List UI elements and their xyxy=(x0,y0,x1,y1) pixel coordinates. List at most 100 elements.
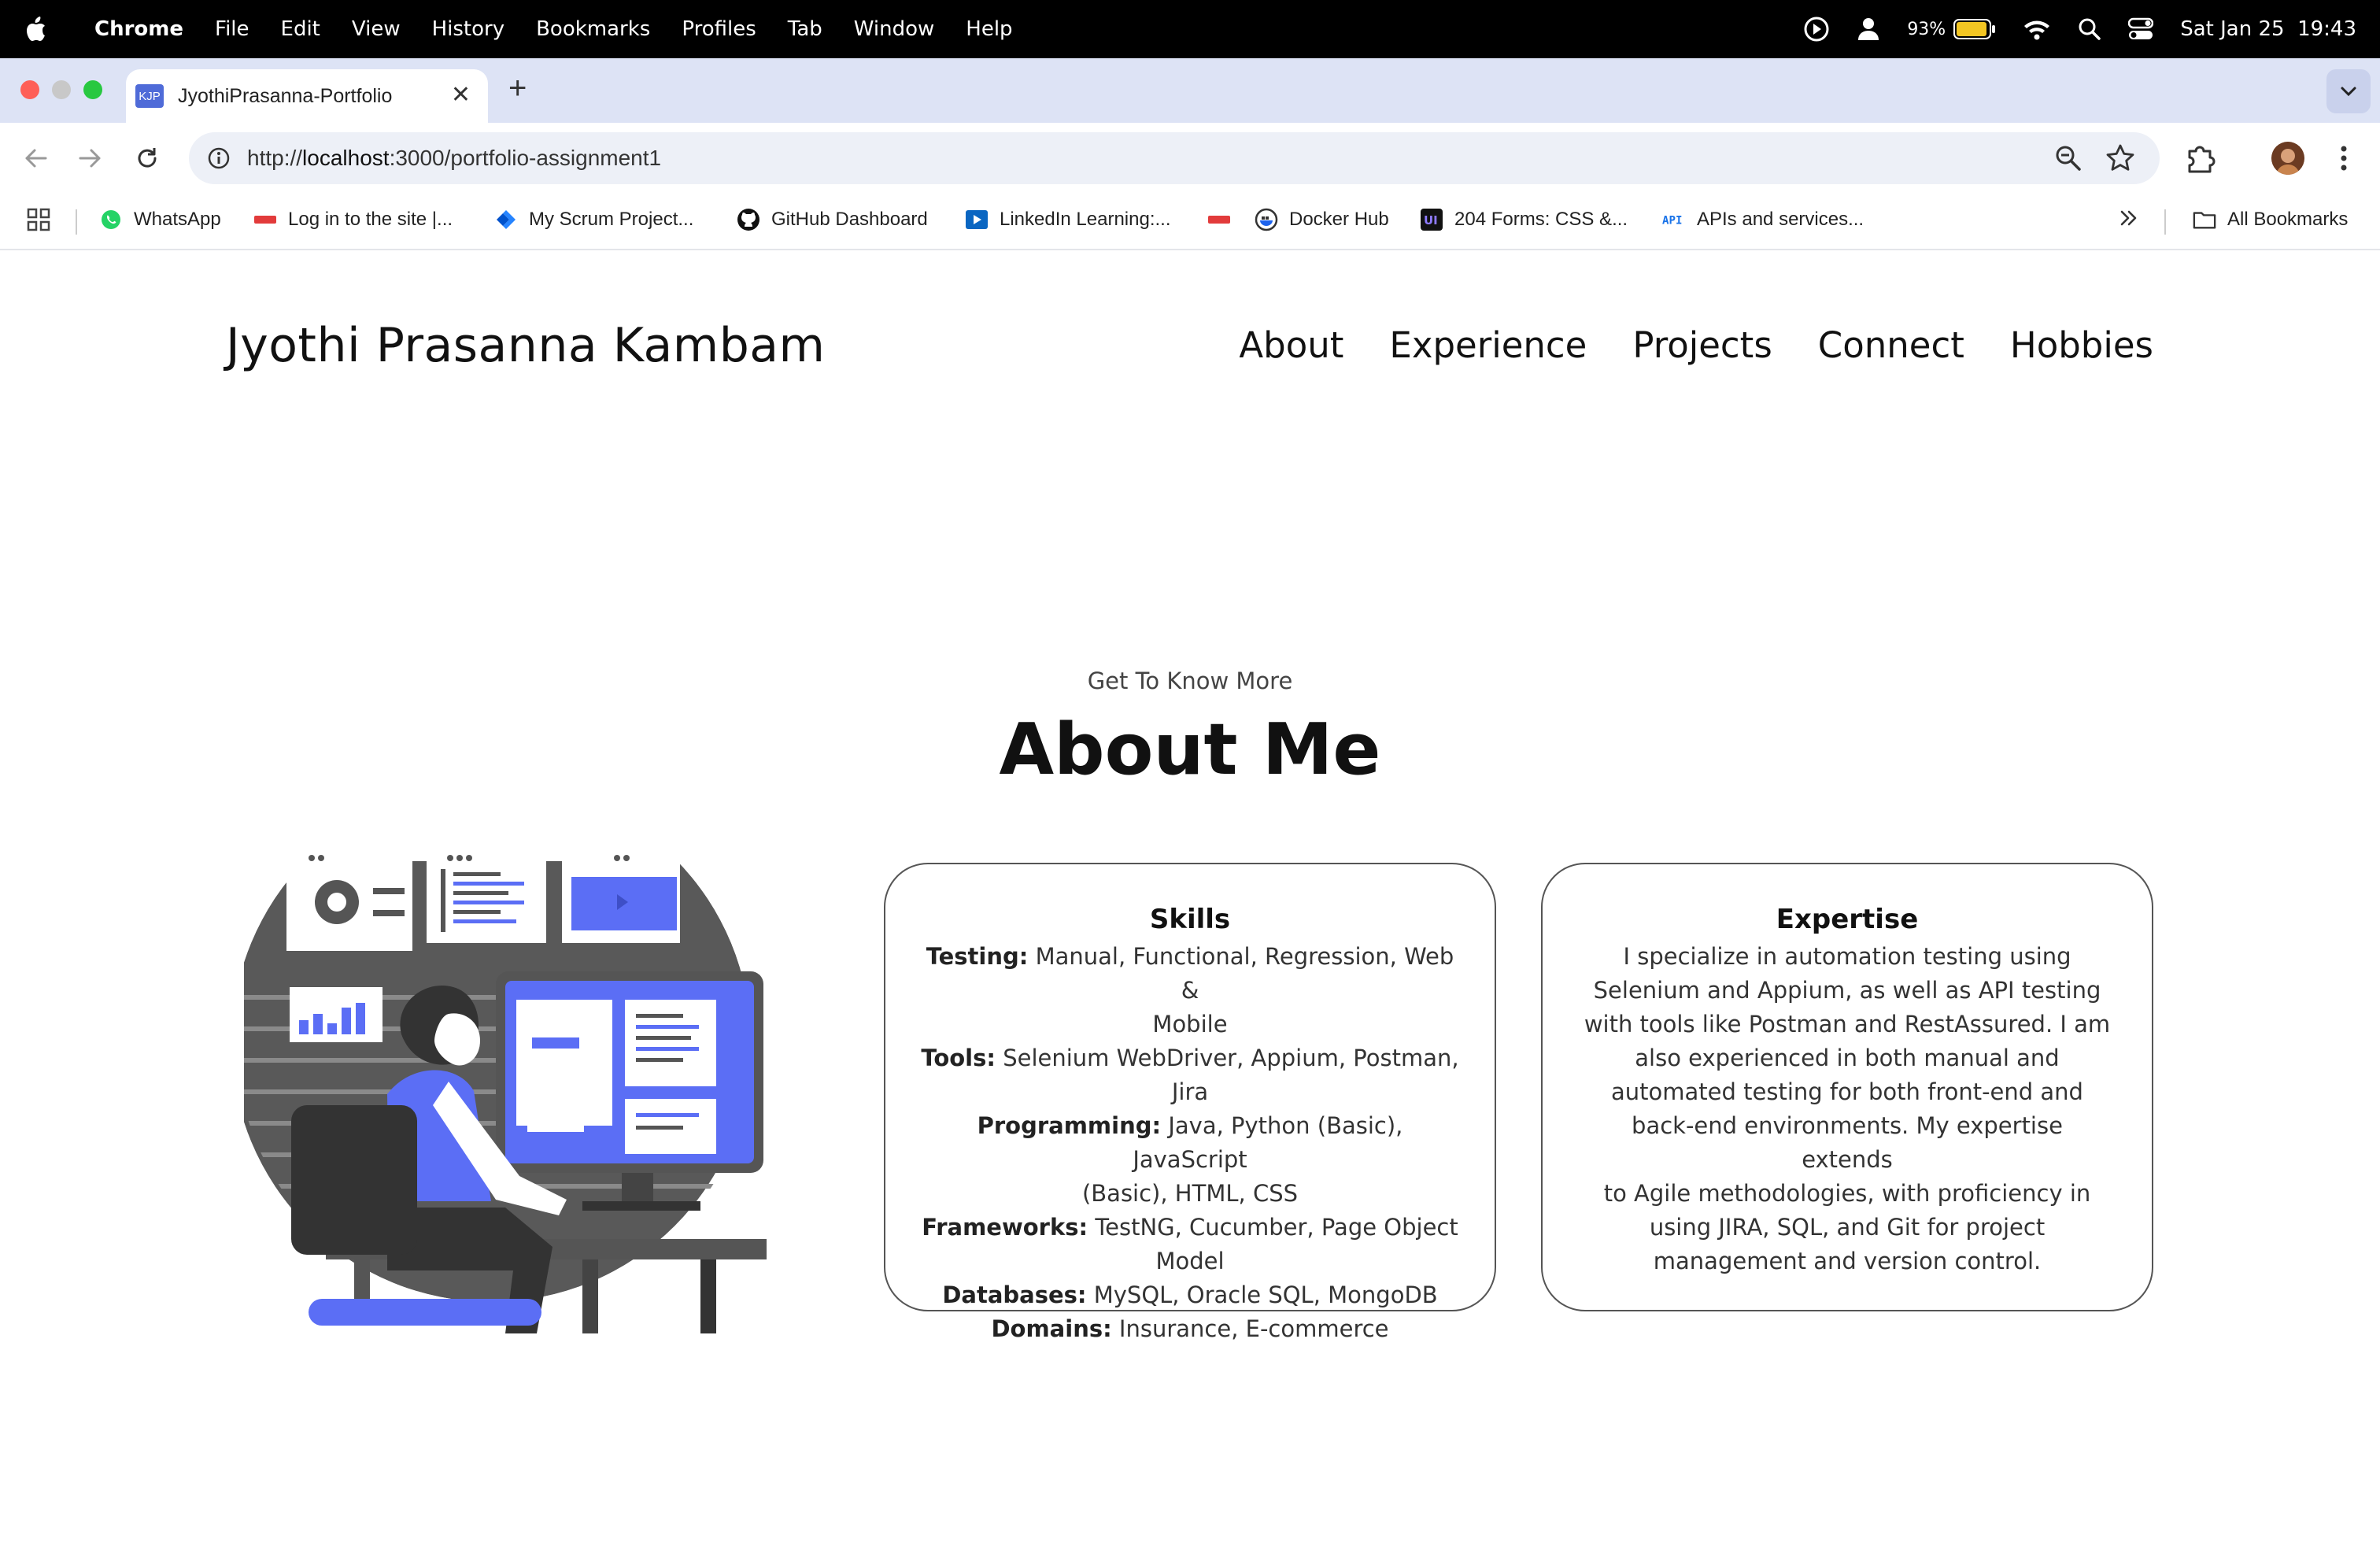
skills-row-domains: Domains: Insurance, E-commerce xyxy=(885,1312,1495,1346)
bookmarks-separator xyxy=(76,209,77,235)
bookmark-star-icon[interactable] xyxy=(2105,142,2136,178)
site-logo-name[interactable]: Jyothi Prasanna Kambam xyxy=(226,318,826,373)
bookmark-label: LinkedIn Learning:... xyxy=(1000,209,1171,230)
bookmark-linkedin-learning[interactable]: LinkedIn Learning:... xyxy=(965,208,1171,231)
bookmark-label: WhatsApp xyxy=(134,209,221,230)
nav-experience[interactable]: Experience xyxy=(1389,324,1587,366)
play-icon[interactable] xyxy=(1803,16,1830,43)
expertise-line: management and version control. xyxy=(1653,1248,2042,1274)
nav-about[interactable]: About xyxy=(1239,324,1343,366)
nav-connect[interactable]: Connect xyxy=(1818,324,1964,366)
wifi-icon[interactable] xyxy=(2023,18,2051,40)
expertise-line: also experienced in both manual and xyxy=(1635,1045,2060,1071)
bookmark-204-forms[interactable]: UI 204 Forms: CSS &... xyxy=(1420,208,1628,231)
skills-row-tools: Tools: Selenium WebDriver, Appium, Postm… xyxy=(885,1041,1495,1075)
skill-label: Programming: xyxy=(977,1112,1162,1139)
developer-at-desk-illustration xyxy=(231,782,779,1333)
extensions-puzzle-icon[interactable] xyxy=(2185,142,2219,180)
macos-menu-bar: Chrome File Edit View History Bookmarks … xyxy=(0,0,2380,58)
site-nav-links: About Experience Projects Connect Hobbie… xyxy=(1239,324,2153,366)
nav-projects[interactable]: Projects xyxy=(1632,324,1772,366)
nav-hobbies[interactable]: Hobbies xyxy=(2010,324,2153,366)
bookmark-whatsapp[interactable]: WhatsApp xyxy=(99,208,221,231)
skills-row-databases: Databases: MySQL, Oracle SQL, MongoDB xyxy=(885,1278,1495,1312)
user-icon[interactable] xyxy=(1857,17,1880,42)
bookmark-scrum-project[interactable]: My Scrum Project... xyxy=(494,208,693,231)
skills-card: Skills Testing: Manual, Functional, Regr… xyxy=(884,863,1496,1342)
skill-label: Tools: xyxy=(921,1045,996,1071)
expertise-line: using JIRA, SQL, and Git for project xyxy=(1649,1214,2046,1241)
bookmark-untitled[interactable] xyxy=(1207,208,1242,231)
expertise-line: automated testing for both front-end and xyxy=(1611,1078,2083,1105)
menu-tab[interactable]: Tab xyxy=(788,17,822,41)
url-text[interactable]: http://localhost:3000/portfolio-assignme… xyxy=(247,146,661,171)
expertise-line: Selenium and Appium, as well as API test… xyxy=(1593,977,2101,1004)
menu-app-name[interactable]: Chrome xyxy=(94,17,183,41)
menu-file[interactable]: File xyxy=(215,17,249,41)
expertise-card: Expertise I specialize in automation tes… xyxy=(1541,863,2153,1311)
active-tab[interactable]: KJP JyothiPrasanna-Portfolio ✕ xyxy=(126,69,488,123)
bookmark-github-dashboard[interactable]: GitHub Dashboard xyxy=(737,208,928,231)
docker-icon xyxy=(1255,208,1278,231)
bookmark-login-site[interactable]: Log in to the site |... xyxy=(253,208,453,231)
skills-row-programming-cont: (Basic), HTML, CSS xyxy=(1081,1180,1299,1207)
bookmark-label: GitHub Dashboard xyxy=(771,209,928,230)
forward-arrow-icon[interactable] xyxy=(72,140,109,176)
whatsapp-icon xyxy=(99,208,123,231)
site-logo-icon xyxy=(253,208,277,231)
skills-row-frameworks-cont: Model xyxy=(1155,1248,1225,1274)
zoom-magnifier-icon[interactable] xyxy=(2053,142,2084,178)
battery-status[interactable]: 93% xyxy=(1907,19,1996,39)
skill-label: Domains: xyxy=(991,1315,1112,1342)
tab-title: JyothiPrasanna-Portfolio xyxy=(178,84,393,107)
bookmark-apis-services[interactable]: API APIs and services... xyxy=(1662,208,1864,231)
apps-grid-icon[interactable] xyxy=(27,208,50,231)
menu-profiles[interactable]: Profiles xyxy=(682,17,756,41)
all-bookmarks-folder[interactable]: All Bookmarks xyxy=(2193,208,2348,231)
apple-logo-icon[interactable] xyxy=(24,0,66,58)
browser-menu-kebab-icon[interactable] xyxy=(2334,142,2353,175)
skill-value: TestNG, Cucumber, Page Object xyxy=(1095,1214,1458,1241)
folder-icon xyxy=(2193,208,2216,231)
skill-value: Java, Python (Basic), JavaScript xyxy=(1133,1112,1403,1173)
bookmark-label: Log in to the site |... xyxy=(288,209,453,230)
profile-avatar[interactable] xyxy=(2271,142,2304,175)
tab-favicon: KJP xyxy=(135,84,164,108)
bookmark-label: My Scrum Project... xyxy=(529,209,694,230)
skills-row-tools-cont: Jira xyxy=(1171,1078,1209,1105)
menu-history[interactable]: History xyxy=(432,17,505,41)
bookmark-docker-hub[interactable]: Docker Hub xyxy=(1255,208,1389,231)
browser-toolbar: http://localhost:3000/portfolio-assignme… xyxy=(0,123,2380,194)
menubar-datetime[interactable]: Sat Jan 25 19:43 xyxy=(2180,17,2356,41)
address-bar[interactable]: http://localhost:3000/portfolio-assignme… xyxy=(189,132,2160,184)
url-path: :3000/portfolio-assignment1 xyxy=(389,146,662,170)
spotlight-search-icon[interactable] xyxy=(2078,17,2101,41)
expertise-line: with tools like Postman and RestAssured.… xyxy=(1584,1011,2111,1037)
window-close-button[interactable] xyxy=(20,80,39,99)
control-center-icon[interactable] xyxy=(2128,17,2154,41)
skill-label: Databases: xyxy=(942,1282,1087,1308)
menu-window[interactable]: Window xyxy=(854,17,935,41)
menu-view[interactable]: View xyxy=(352,17,401,41)
skill-value: Manual, Functional, Regression, Web & xyxy=(1035,943,1454,1004)
skill-value: MySQL, Oracle SQL, MongoDB xyxy=(1093,1282,1438,1308)
new-tab-plus-icon[interactable]: + xyxy=(508,72,527,104)
tab-search-chevron-icon[interactable] xyxy=(2326,69,2371,113)
jira-icon xyxy=(494,208,518,231)
window-maximize-button[interactable] xyxy=(83,80,102,99)
reload-icon[interactable] xyxy=(129,140,165,176)
svg-text:UI: UI xyxy=(1424,213,1438,227)
menu-bookmarks[interactable]: Bookmarks xyxy=(536,17,650,41)
menu-help[interactable]: Help xyxy=(966,17,1012,41)
back-arrow-icon[interactable] xyxy=(17,140,54,176)
tab-close-icon[interactable]: ✕ xyxy=(451,83,471,107)
browser-tab-strip: KJP JyothiPrasanna-Portfolio ✕ + xyxy=(0,58,2380,123)
site-info-icon[interactable] xyxy=(203,142,235,174)
more-bookmarks-chevron-icon[interactable] xyxy=(2119,208,2139,228)
expertise-heading: Expertise xyxy=(1776,904,1919,935)
skills-heading: Skills xyxy=(1149,904,1231,935)
bookmark-label: 204 Forms: CSS &... xyxy=(1454,209,1628,230)
site-logo-icon xyxy=(1207,208,1231,231)
window-minimize-button[interactable] xyxy=(52,80,71,99)
menu-edit[interactable]: Edit xyxy=(281,17,320,41)
